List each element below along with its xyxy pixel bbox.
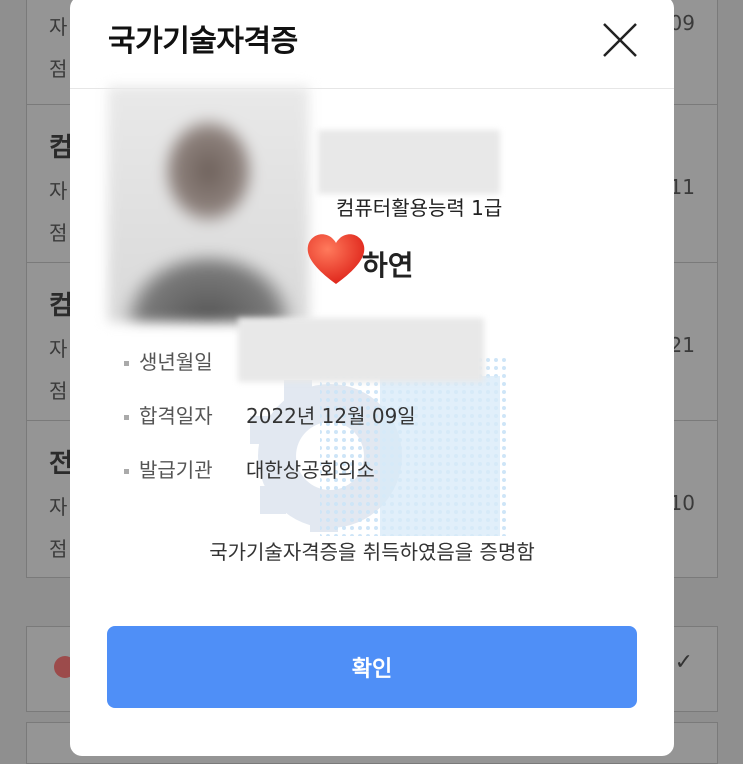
heart-sticker (307, 234, 365, 284)
close-button[interactable] (598, 18, 642, 62)
background-card-line2: 점 (49, 537, 68, 561)
info-row-birthdate: 생년월일 (124, 346, 213, 375)
info-label: 발급기관 (139, 458, 213, 482)
certification-statement: 국가기술자격증을 취득하였음을 증명함 (209, 540, 535, 564)
certificate-name: 컴퓨터활용능력 1급 (336, 196, 503, 220)
info-label: 합격일자 (139, 404, 213, 428)
confirm-button[interactable]: 확인 (107, 626, 637, 708)
redacted-birthdate (238, 318, 484, 382)
bullet (124, 361, 129, 366)
gear-watermark (250, 356, 510, 536)
background-card-line2: 점 (49, 57, 68, 81)
info-value: 2022년 12월 09일 (246, 404, 416, 428)
bullet (124, 415, 129, 420)
background-card-line1: 자 (49, 495, 68, 519)
background-card-line1: 자 (49, 337, 68, 361)
redacted-cert-number (318, 130, 500, 194)
info-row-pass-date: 합격일자 2022년 12월 09일 (124, 400, 416, 429)
applicant-photo (108, 86, 309, 322)
modal-title: 국가기술자격증 (108, 24, 298, 59)
background-card-line2: 점 (49, 221, 68, 245)
bullet (124, 469, 129, 474)
close-icon (603, 23, 637, 57)
info-value: 대한상공회의소 (246, 458, 375, 482)
background-card-line2: 점 (49, 379, 68, 403)
certificate-modal: 국가기술자격증 컴퓨터활용능력 1급 하연 생년월일 합격일자 2022년 12… (70, 0, 674, 756)
modal-header: 국가기술자격증 (70, 0, 674, 89)
background-card-line1: 자 (49, 179, 68, 203)
background-check-icon: ✓ (674, 650, 693, 675)
info-row-issuer: 발급기관 대한상공회의소 (124, 454, 375, 483)
background-card-line1: 자 (49, 15, 68, 39)
holder-name: 하연 (362, 249, 414, 282)
info-label: 생년월일 (139, 350, 213, 374)
